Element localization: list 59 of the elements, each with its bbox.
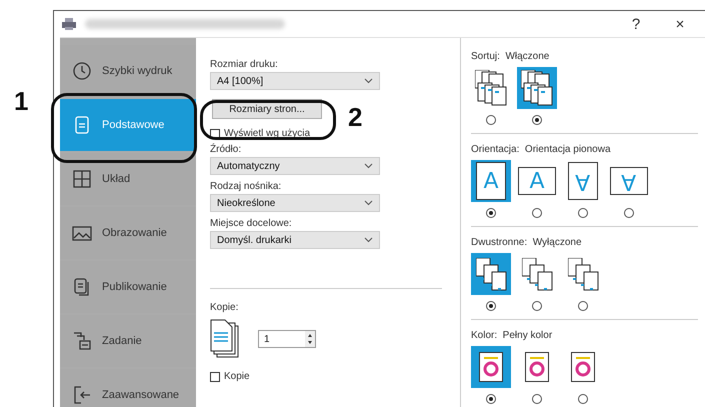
option-tile[interactable]	[471, 253, 511, 295]
radio-button[interactable]	[532, 394, 542, 404]
chevron-icon	[364, 200, 373, 206]
checkbox[interactable]	[210, 372, 220, 382]
spin-arrows-icon	[305, 331, 315, 347]
radio-button[interactable]	[578, 301, 588, 311]
radio-button[interactable]	[578, 394, 588, 404]
tray-icon	[72, 331, 92, 351]
group-label: Orientacja: Orientacja pionowa	[471, 143, 612, 157]
field-label: Źródło:	[210, 143, 242, 157]
radio-button[interactable]	[532, 115, 542, 125]
option-tile[interactable]	[471, 346, 511, 388]
orientation-page-icon: A	[610, 167, 648, 195]
duplex-pages-icon	[568, 258, 598, 290]
callout-number: 2	[348, 102, 362, 133]
orientation-page-icon: A	[518, 167, 556, 195]
stacked-pages-icon	[475, 70, 507, 106]
group-label: Kolor: Pełny kolor	[471, 329, 554, 343]
option-tile[interactable]: A	[517, 160, 557, 202]
grid-icon	[72, 169, 92, 189]
dropdown[interactable]: Nieokreślone	[210, 194, 380, 212]
chevron-icon	[364, 237, 373, 243]
dropdown[interactable]: Automatyczny	[210, 157, 380, 175]
radio-button[interactable]	[486, 208, 496, 218]
radio-button[interactable]	[532, 301, 542, 311]
callout-number: 1	[14, 86, 28, 117]
chevron-icon	[364, 163, 373, 169]
color-page-icon	[479, 352, 503, 382]
duplex-pages-icon	[522, 258, 552, 290]
radio-button[interactable]	[486, 301, 496, 311]
close-button[interactable]: ×	[662, 11, 698, 37]
field-label: Rodzaj nośnika:	[210, 180, 282, 194]
duplex-pages-icon	[476, 258, 506, 290]
option-tile[interactable]: A	[609, 160, 649, 202]
group-label: Dwustronne: Wyłączone	[471, 236, 583, 250]
radio-button[interactable]	[532, 208, 542, 218]
dropdown[interactable]: Domyśl. drukarki	[210, 231, 380, 249]
checkbox-label: Kopie	[224, 370, 250, 384]
radio-button[interactable]	[624, 208, 634, 218]
color-page-icon	[571, 352, 595, 382]
radio-button[interactable]	[578, 208, 588, 218]
option-tile[interactable]	[517, 67, 557, 109]
field-label: Miejsce docelowe:	[210, 217, 293, 231]
stacked-pages-icon	[521, 70, 553, 106]
help-button[interactable]: ?	[618, 11, 654, 37]
clock-icon	[72, 61, 92, 81]
sidebar-item[interactable]: Podstawowe	[60, 99, 196, 151]
field-label: Rozmiar druku:	[210, 58, 279, 72]
radio-button[interactable]	[486, 394, 496, 404]
print-size-dropdown[interactable]: A4 [100%]	[210, 72, 380, 90]
radio-button[interactable]	[486, 115, 496, 125]
exit-icon	[72, 385, 92, 405]
color-page-icon	[525, 352, 549, 382]
printer-icon	[61, 17, 77, 31]
copies-icon	[210, 319, 240, 359]
copies-spinbox[interactable]: 1	[258, 330, 316, 348]
field-label: Kopie:	[210, 301, 240, 315]
chevron-icon	[364, 78, 373, 84]
group-label: Sortuj: Włączone	[471, 50, 550, 64]
